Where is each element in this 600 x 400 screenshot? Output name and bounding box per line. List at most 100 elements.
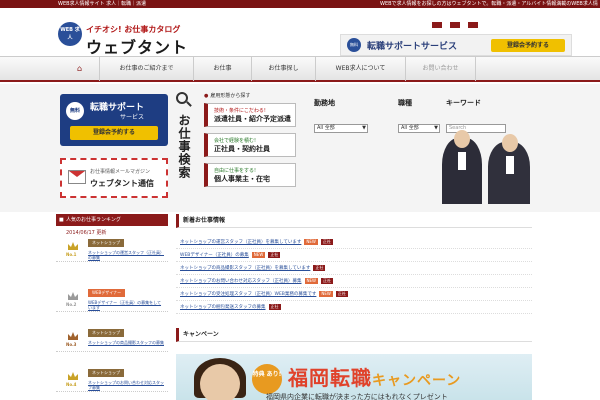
mail-icon bbox=[68, 170, 86, 184]
news-row: ネットショップの運営スタッフ（正社員）を募集しています NEW 正社 bbox=[176, 236, 532, 249]
category-haken[interactable]: 技術・条件にこだわる! 派遣社員・紹介予定派遣 bbox=[204, 103, 296, 127]
ranking-date: 2014/06/17 更新 bbox=[66, 230, 107, 236]
search-icon bbox=[176, 92, 188, 104]
news-link[interactable]: WEBデザイナー（正社員）の募集 bbox=[180, 253, 249, 258]
new-badge: NEW bbox=[319, 290, 333, 297]
nav-item-2[interactable]: お仕事探し bbox=[252, 57, 316, 81]
news-link[interactable]: ネットショップの梱包発送スタッフの募集 bbox=[180, 305, 266, 310]
header-icon-2[interactable] bbox=[450, 22, 460, 28]
header-icon-1[interactable] bbox=[432, 22, 442, 28]
rank-number: No.1 bbox=[66, 252, 77, 257]
news-row: WEBデザイナー（正社員）の募集 NEW 正社 bbox=[176, 249, 532, 262]
crown-icon bbox=[68, 242, 78, 250]
rank-link[interactable]: ネットショップの商品撮影スタッフの募集 bbox=[88, 340, 164, 345]
crown-icon bbox=[68, 292, 78, 300]
tokuten-badge: 特典 あり! bbox=[252, 364, 282, 394]
category-seishain[interactable]: 会社で経験を積む! 正社員・契約社員 bbox=[204, 133, 296, 157]
filter-location: 勤務地 All 全部 ▼ bbox=[314, 98, 368, 133]
logo-badge: WEB 求人 bbox=[58, 22, 82, 46]
news-link[interactable]: ネットショップの受注処理スタッフ（正社員）WEB業務の募集です bbox=[180, 292, 316, 297]
category-main: 派遣社員・紹介予定派遣 bbox=[214, 115, 291, 123]
filter-label: 職種 bbox=[398, 99, 412, 107]
support-promo[interactable]: 無料 転職サポート サービス 登録会予約する bbox=[60, 94, 168, 146]
news-list: ネットショップの運営スタッフ（正社員）を募集しています NEW 正社 WEBデザイナ… bbox=[176, 236, 532, 314]
news-heading: 新着お仕事情報 bbox=[176, 214, 532, 228]
free-badge: 無料 bbox=[347, 38, 361, 52]
news-link[interactable]: ネットショップのお問い合わせ対応スタッフ（正社員）募集 bbox=[180, 279, 302, 284]
top-strip-left: WEB求人情報サイト 求人｜転職｜派遣 bbox=[58, 1, 147, 7]
category-sub: 技術・条件にこだわる! bbox=[214, 108, 266, 114]
news-row: ネットショップのお問い合わせ対応スタッフ（正社員）募集 NEW 正社 bbox=[176, 275, 532, 288]
nav-item-1[interactable]: お仕事 bbox=[194, 57, 252, 81]
kind-badge: 正社 bbox=[335, 290, 348, 297]
kind-badge: 正社 bbox=[313, 264, 326, 271]
reserve-button[interactable]: 登録会予約する bbox=[491, 39, 565, 52]
news-row: ネットショップの商品撮影スタッフ（正社員）を募集しています 正社 bbox=[176, 262, 532, 275]
ranking-item[interactable]: No.1 ネットショップ ネットショップの運営スタッフ（正社員）の募集 bbox=[56, 236, 168, 262]
category-main: 個人事業主・在宅 bbox=[214, 175, 270, 183]
crown-shape bbox=[68, 372, 78, 380]
news-row: ネットショップの梱包発送スタッフの募集 正社 bbox=[176, 301, 532, 314]
staff-photo bbox=[432, 124, 542, 204]
ranking-item[interactable]: No.2 WEBデザイナー WEBデザイナー（正社員）の募集をしています bbox=[56, 286, 168, 312]
mag-sub: お仕事情報メールマガジン bbox=[90, 169, 151, 175]
model-face bbox=[200, 364, 240, 400]
ranking-sidebar: 人気のお仕事ランキング 2014/06/17 更新 No.1 ネットショップ ネ… bbox=[56, 214, 168, 400]
crown-shape bbox=[68, 332, 78, 340]
rank-link[interactable]: ネットショップの運営スタッフ（正社員）の募集 bbox=[88, 250, 164, 260]
header-support-banner[interactable]: 無料 転職サポートサービス 登録会予約する bbox=[340, 34, 572, 56]
search-title: お仕事検索 bbox=[177, 114, 191, 179]
rank-link[interactable]: ネットショップのお問い合わせ対応スタッフ募集 bbox=[88, 380, 164, 390]
nav-item-0[interactable]: お仕事のご紹介まで bbox=[100, 57, 194, 81]
home-icon: ⌂ bbox=[76, 64, 83, 73]
filter-label: キーワード bbox=[446, 99, 481, 107]
search-vertical-title: お仕事検索 bbox=[174, 92, 196, 202]
categories-heading: 雇用形態から探す bbox=[204, 92, 300, 99]
mail-magazine-banner[interactable]: お仕事情報メールマガジン ウェブタント通信 bbox=[60, 158, 168, 198]
crown-shape bbox=[68, 292, 78, 300]
kind-badge: 正社 bbox=[320, 277, 333, 284]
crown-icon bbox=[68, 372, 78, 380]
rank-tag: ネットショップ bbox=[88, 369, 124, 377]
crown-shape bbox=[68, 242, 78, 250]
ranking-item[interactable]: No.3 ネットショップ ネットショップの商品撮影スタッフの募集 bbox=[56, 326, 168, 352]
news-row: ネットショップの受注処理スタッフ（正社員）WEB業務の募集です NEW 正社 bbox=[176, 288, 532, 301]
campaign-sub: 福岡県内企業に転職が決まった方にはもれなくプレゼント bbox=[266, 393, 448, 400]
nav-item-4[interactable]: お問い合わせ bbox=[406, 57, 476, 81]
rank-tag: ネットショップ bbox=[88, 239, 124, 247]
location-select[interactable]: All 全部 ▼ bbox=[314, 124, 368, 133]
person-head bbox=[502, 134, 518, 152]
person-shirt bbox=[458, 152, 466, 170]
campaign-title: 福岡転職キャンペーン bbox=[288, 366, 462, 390]
nav-item-3[interactable]: WEB求人について bbox=[316, 57, 406, 81]
ranking-item[interactable]: No.4 ネットショップ ネットショップのお問い合わせ対応スタッフ募集 bbox=[56, 366, 168, 392]
promo-free-badge: 無料 bbox=[66, 102, 84, 120]
rank-number: No.4 bbox=[66, 382, 77, 387]
news-link[interactable]: ネットショップの運営スタッフ（正社員）を募集しています bbox=[180, 240, 301, 245]
promo-sub: サービス bbox=[120, 114, 145, 121]
mag-title: ウェブタント通信 bbox=[90, 179, 154, 188]
site-header: WEB 求人 イチオシ! お仕事カタログ ウェブタント 無料 転職サポートサービ… bbox=[0, 8, 600, 57]
global-nav: ⌂ お仕事のご紹介まで お仕事 お仕事探し WEB求人について お問い合わせ bbox=[0, 56, 600, 82]
rank-number: No.2 bbox=[66, 302, 77, 307]
person-shirt bbox=[506, 156, 514, 174]
news-link[interactable]: ネットショップの商品撮影スタッフ（正社員）を募集しています bbox=[180, 266, 310, 271]
top-strip: WEB求人情報サイト 求人｜転職｜派遣 WEBで求人情報をお探しの方はウェブタン… bbox=[0, 0, 600, 15]
header-icon-3[interactable] bbox=[468, 22, 478, 28]
rank-link[interactable]: WEBデザイナー（正社員）の募集をしています bbox=[88, 300, 164, 310]
banner-title: 転職サポートサービス bbox=[367, 42, 458, 52]
chevron-down-icon: ▼ bbox=[362, 125, 366, 131]
category-main: 正社員・契約社員 bbox=[214, 145, 270, 153]
promo-reserve-button[interactable]: 登録会予約する bbox=[70, 126, 158, 140]
campaign-banner[interactable]: 特典 あり! 福岡転職キャンペーン 福岡県内企業に転職が決まった方にはもれなくプ… bbox=[176, 354, 532, 400]
category-kojin[interactable]: 自由に仕事をする! 個人事業主・在宅 bbox=[204, 163, 296, 187]
rank-number: No.3 bbox=[66, 342, 77, 347]
employment-categories: 雇用形態から探す 技術・条件にこだわる! 派遣社員・紹介予定派遣 会社で経験を積… bbox=[204, 92, 300, 193]
main-content: 新着お仕事情報 ネットショップの運営スタッフ（正社員）を募集しています NEW 正社… bbox=[176, 214, 532, 400]
nav-home[interactable]: ⌂ bbox=[60, 57, 100, 81]
campaign-heading: キャンペーン bbox=[176, 328, 532, 342]
site-logo[interactable]: WEB 求人 イチオシ! お仕事カタログ ウェブタント bbox=[56, 18, 187, 57]
new-badge: NEW bbox=[304, 238, 318, 245]
ranking-heading: 人気のお仕事ランキング bbox=[56, 214, 168, 226]
kind-badge: 正社 bbox=[268, 251, 281, 258]
